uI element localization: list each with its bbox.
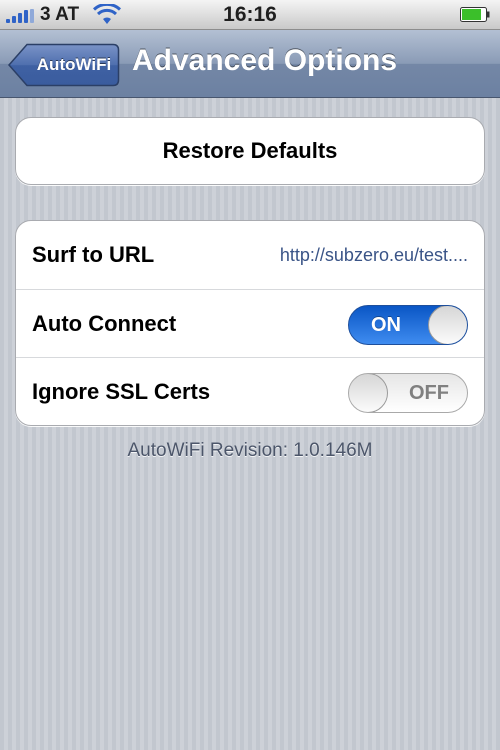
auto-connect-row: Auto Connect ON <box>16 289 484 357</box>
status-time: 16:16 <box>223 3 277 26</box>
switch-knob[interactable] <box>428 306 467 344</box>
settings-group: Surf to URL http://subzero.eu/test.... A… <box>15 220 485 426</box>
ignore-ssl-switch[interactable]: OFF <box>348 373 468 413</box>
back-button-label: AutoWiFi <box>36 55 112 74</box>
surf-url-label: Surf to URL <box>32 242 155 267</box>
revision-label: AutoWiFi Revision: 1.0.146M <box>127 440 373 461</box>
surf-url-value[interactable]: http://subzero.eu/test.... <box>228 221 468 289</box>
switch-state-text: ON <box>371 314 401 336</box>
restore-group: Restore Defaults <box>15 117 485 185</box>
switch-state-text: OFF <box>409 382 449 404</box>
switch-knob[interactable] <box>349 374 388 412</box>
auto-connect-label: Auto Connect <box>32 311 177 336</box>
auto-connect-switch[interactable]: ON <box>348 305 468 345</box>
surf-url-row[interactable]: Surf to URL http://subzero.eu/test.... <box>16 221 484 289</box>
status-bar: 3 AT 16:16 <box>0 0 500 30</box>
battery-icon <box>460 7 490 22</box>
back-button[interactable]: AutoWiFi <box>8 43 120 87</box>
navigation-bar: AutoWiFi Advanced Options <box>0 30 500 98</box>
page-title: Advanced Options <box>132 44 398 77</box>
restore-defaults-button[interactable]: Restore Defaults <box>16 118 484 184</box>
ignore-ssl-label: Ignore SSL Certs <box>32 379 211 404</box>
ignore-ssl-row: Ignore SSL Certs OFF <box>16 357 484 425</box>
